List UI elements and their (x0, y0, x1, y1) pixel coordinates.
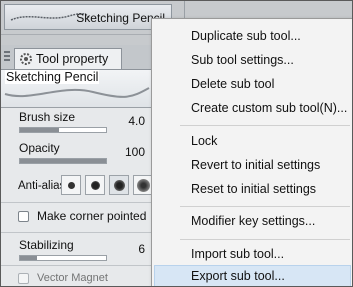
stabilizing-value[interactable]: 6 (138, 242, 145, 256)
menu-separator (180, 125, 350, 126)
stabilizing-slider-fill (20, 256, 38, 260)
menu-item-label: Revert to initial settings (191, 158, 321, 172)
menu-item-label: Create custom sub tool(N)... (191, 101, 348, 115)
subtool-context-menu: Duplicate sub tool... Sub tool settings.… (151, 18, 352, 286)
stabilizing-slider[interactable] (19, 255, 107, 261)
menu-item-label: Reset to initial settings (191, 182, 317, 196)
app-window: Sketching Pencil Tool property Sketching… (0, 0, 353, 287)
brush-size-value[interactable]: 4.0 (128, 114, 145, 128)
menu-item-reset-to-initial[interactable]: Reset to initial settings (154, 178, 351, 201)
make-corner-label: Make corner pointed (37, 209, 147, 223)
menu-item-label: Sub tool settings... (191, 53, 294, 67)
panel-tab-bar: Tool property (1, 45, 151, 70)
menu-item-revert-to-initial[interactable]: Revert to initial settings (154, 154, 351, 177)
menu-item-create-custom-sub-tool[interactable]: Create custom sub tool(N)... (154, 97, 351, 120)
panel-divider (1, 232, 151, 233)
anti-alias-weak-option[interactable] (85, 175, 105, 195)
gear-icon (20, 53, 32, 65)
menu-item-duplicate-sub-tool[interactable]: Duplicate sub tool... (154, 25, 351, 48)
menu-item-export-sub-tool[interactable]: Export sub tool... (154, 265, 351, 286)
subtool-sketching-pencil[interactable]: Sketching Pencil (4, 4, 172, 30)
menu-item-label: Lock (191, 134, 218, 148)
menu-item-label: Export sub tool... (191, 269, 285, 283)
opacity-label: Opacity (19, 141, 60, 155)
opacity-slider[interactable] (19, 158, 107, 164)
menu-separator (180, 206, 350, 207)
menu-item-import-sub-tool[interactable]: Import sub tool... (154, 243, 351, 266)
menu-item-label: Import sub tool... (191, 247, 285, 261)
panel-grip-icon[interactable] (4, 51, 10, 61)
tool-property-panel: Tool property Sketching Pencil Brush siz… (1, 45, 153, 286)
vector-magnet-label: Vector Magnet (37, 272, 108, 284)
anti-alias-label: Anti-alias (18, 180, 66, 192)
anti-alias-strong-option[interactable] (133, 175, 153, 195)
anti-alias-none-option[interactable] (61, 175, 81, 195)
menu-item-lock[interactable]: Lock (154, 130, 351, 153)
menu-item-modifier-key-settings[interactable]: Modifier key settings... (154, 210, 351, 233)
menu-item-label: Duplicate sub tool... (191, 29, 301, 43)
menu-item-label: Modifier key settings... (191, 214, 316, 228)
brush-size-slider-fill (20, 128, 59, 132)
panel-divider (1, 265, 151, 266)
menu-item-sub-tool-settings[interactable]: Sub tool settings... (154, 49, 351, 72)
make-corner-checkbox[interactable] (18, 211, 29, 222)
opacity-row: Opacity 100 (1, 141, 151, 169)
vector-magnet-row[interactable]: Vector Magnet (1, 269, 151, 286)
tab-tool-property[interactable]: Tool property (14, 48, 122, 69)
tab-label: Tool property (36, 52, 109, 66)
vector-magnet-checkbox[interactable] (18, 273, 29, 284)
opacity-value[interactable]: 100 (125, 145, 145, 159)
menu-item-delete-sub-tool[interactable]: Delete sub tool (154, 73, 351, 96)
make-corner-row[interactable]: Make corner pointed (1, 207, 151, 227)
stabilizing-label: Stabilizing (19, 238, 74, 252)
anti-alias-medium-option[interactable] (109, 175, 129, 195)
brush-preview: Sketching Pencil (1, 70, 151, 108)
brush-size-row: Brush size 4.0 (1, 110, 151, 138)
opacity-slider-fill (20, 159, 106, 163)
panel-divider (1, 202, 151, 203)
stabilizing-row: Stabilizing 6 (1, 238, 151, 266)
menu-item-label: Delete sub tool (191, 77, 275, 91)
menu-separator (180, 239, 350, 240)
brush-size-label: Brush size (19, 110, 76, 124)
brush-size-slider[interactable] (19, 127, 107, 133)
preview-brush-name: Sketching Pencil (5, 70, 100, 84)
